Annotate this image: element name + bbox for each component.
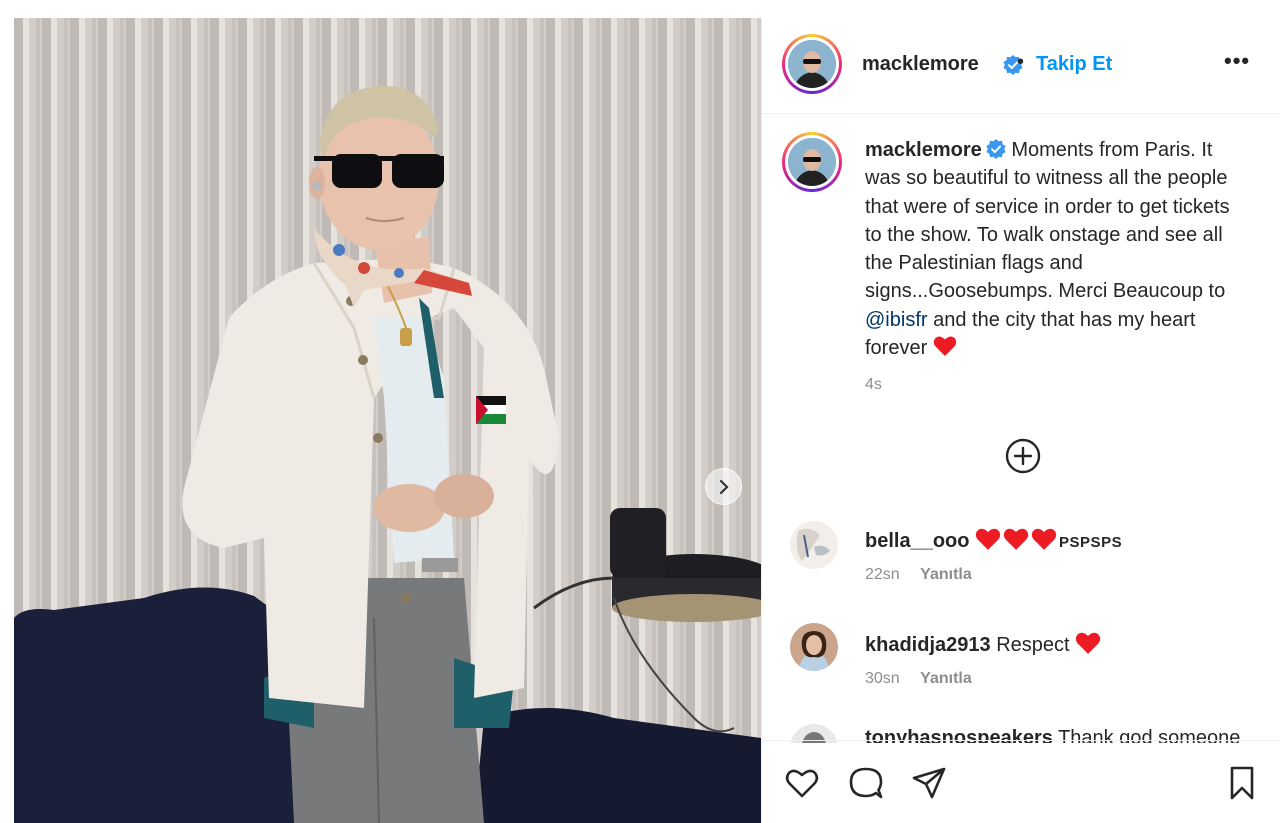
comment-item: khadidja2913 Respect 30sn Yanıtla [762, 617, 1279, 717]
red-heart-emoji-icon [1031, 528, 1057, 550]
avatar[interactable] [790, 521, 838, 569]
caption-mention-link[interactable]: @ibisfr [865, 309, 928, 331]
comment-username[interactable]: bella__ooo [865, 530, 969, 552]
caption-avatar[interactable] [782, 132, 842, 192]
comment-meta: 30sn Yanıtla [865, 670, 972, 688]
red-heart-emoji-icon [933, 336, 957, 357]
comment-body: PSPSPS [1059, 534, 1123, 551]
comment-text: bella__ooo PSPSPS [865, 527, 1122, 553]
post-dialog: macklemore • Takip Et ••• macklemore Mom… [14, 18, 1279, 823]
plus-circle-icon[interactable] [1005, 438, 1041, 474]
comment-body: Respect [996, 634, 1070, 656]
paper-plane-icon[interactable] [911, 765, 947, 801]
post-photo [14, 18, 761, 823]
header-username[interactable]: macklemore [862, 53, 979, 76]
caption-text: macklemore Moments from Paris. It was so… [865, 136, 1245, 362]
red-heart-emoji-icon [1003, 528, 1029, 550]
post-header: macklemore • Takip Et ••• [762, 18, 1279, 114]
follow-button[interactable]: Takip Et [1036, 53, 1112, 76]
comment-text: khadidja2913 Respect [865, 631, 1103, 657]
comment-timestamp: 22sn [865, 566, 900, 583]
verified-badge-icon [986, 139, 1006, 159]
chevron-right-icon [719, 479, 729, 494]
post-side-panel: macklemore • Takip Et ••• macklemore Mom… [761, 18, 1279, 823]
heart-outline-icon[interactable] [784, 765, 820, 801]
comment-username[interactable]: khadidja2913 [865, 634, 991, 656]
header-separator: • [1017, 51, 1025, 73]
post-action-bar [762, 740, 1279, 823]
more-options-button[interactable]: ••• [1224, 48, 1250, 74]
bookmark-icon[interactable] [1224, 765, 1260, 801]
avatar[interactable] [790, 623, 838, 671]
comment-item: bella__ooo PSPSPS 22sn Yanıtla [762, 513, 1279, 613]
avatar[interactable] [782, 34, 842, 94]
red-heart-emoji-icon [1075, 632, 1101, 654]
comments-list: bella__ooo PSPSPS 22sn Yanıtla khadidja2… [762, 513, 1279, 743]
red-heart-emoji-icon [975, 528, 1001, 550]
caption-username[interactable]: macklemore [865, 139, 982, 161]
caption-timestamp: 4s [865, 376, 882, 393]
speech-bubble-icon[interactable] [848, 765, 884, 801]
reply-button[interactable]: Yanıtla [920, 566, 972, 583]
comment-meta: 22sn Yanıtla [865, 566, 972, 584]
caption-body: Moments from Paris. It was so beautiful … [865, 139, 1230, 303]
comment-timestamp: 30sn [865, 670, 900, 687]
reply-button[interactable]: Yanıtla [920, 670, 972, 687]
next-photo-button[interactable] [705, 468, 742, 505]
